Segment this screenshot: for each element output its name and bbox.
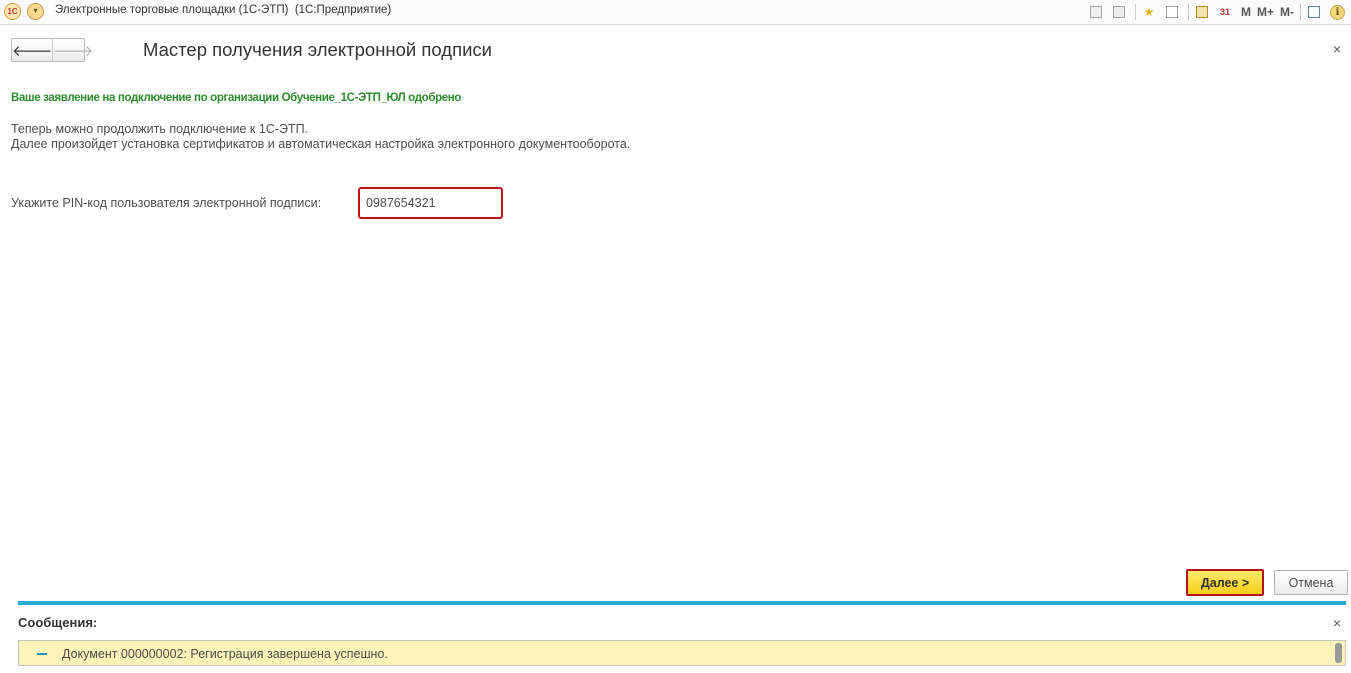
calculator-icon[interactable] — [1192, 2, 1212, 22]
messages-scrollbar[interactable] — [1335, 643, 1342, 663]
messages-title: Сообщения: — [18, 615, 98, 630]
link-icon[interactable] — [1162, 2, 1182, 22]
panels-icon[interactable] — [1304, 2, 1324, 22]
close-form-button[interactable]: × — [1333, 41, 1341, 57]
calendar-icon[interactable]: 31 — [1215, 2, 1235, 22]
next-button[interactable]: Далее > — [1186, 569, 1264, 596]
pin-label: Укажите PIN-код пользователя электронной… — [11, 196, 322, 210]
chevron-down-icon: ▾ — [33, 6, 38, 15]
back-button[interactable]: 🡐 — [12, 39, 54, 61]
forward-button[interactable]: 🡒 — [53, 39, 93, 61]
close-messages-button[interactable]: × — [1333, 615, 1341, 631]
1c-logo-icon[interactable]: 1С — [4, 3, 21, 20]
info-icon[interactable]: i — [1330, 4, 1345, 20]
arrow-right-icon: 🡒 — [53, 42, 94, 60]
toolbar-divider — [1187, 4, 1189, 20]
toolbar-divider — [1134, 4, 1136, 20]
close-icon: × — [1332, 41, 1341, 57]
print-icon[interactable] — [1109, 2, 1129, 22]
memory-subtract-button[interactable]: M- — [1280, 5, 1294, 19]
close-icon: × — [1332, 615, 1341, 631]
favorites-star-icon[interactable]: ★ — [1139, 2, 1159, 22]
approval-status-text: Ваше заявление на подключение по организ… — [11, 92, 462, 104]
titlebar-toolbar: ★ 31 M M+ M- i — [1083, 2, 1345, 22]
pin-input[interactable] — [358, 187, 503, 219]
message-marker-icon — [37, 653, 47, 655]
message-row[interactable]: Документ 000000002: Регистрация завершен… — [18, 640, 1346, 666]
info-text-line-1: Теперь можно продолжить подключение к 1С… — [11, 122, 309, 136]
navigation-buttons: 🡐 🡒 — [11, 38, 93, 62]
info-text-line-2: Далее произойдет установка сертификатов … — [11, 137, 631, 151]
window-titlebar: 1С ▾ Электронные торговые площадки (1С-Э… — [0, 0, 1351, 25]
save-icon[interactable] — [1086, 2, 1106, 22]
messages-divider — [18, 601, 1346, 605]
main-menu-button[interactable]: ▾ — [27, 3, 44, 20]
form-title: Мастер получения электронной подписи — [143, 39, 493, 60]
message-text: Документ 000000002: Регистрация завершен… — [62, 647, 388, 661]
memory-add-button[interactable]: M+ — [1257, 5, 1274, 19]
cancel-button[interactable]: Отмена — [1274, 570, 1348, 595]
toolbar-divider — [1300, 4, 1301, 20]
arrow-left-icon: 🡐 — [12, 42, 53, 60]
memory-button[interactable]: M — [1241, 5, 1251, 19]
app-title: Электронные торговые площадки (1С-ЭТП) (… — [55, 4, 392, 16]
